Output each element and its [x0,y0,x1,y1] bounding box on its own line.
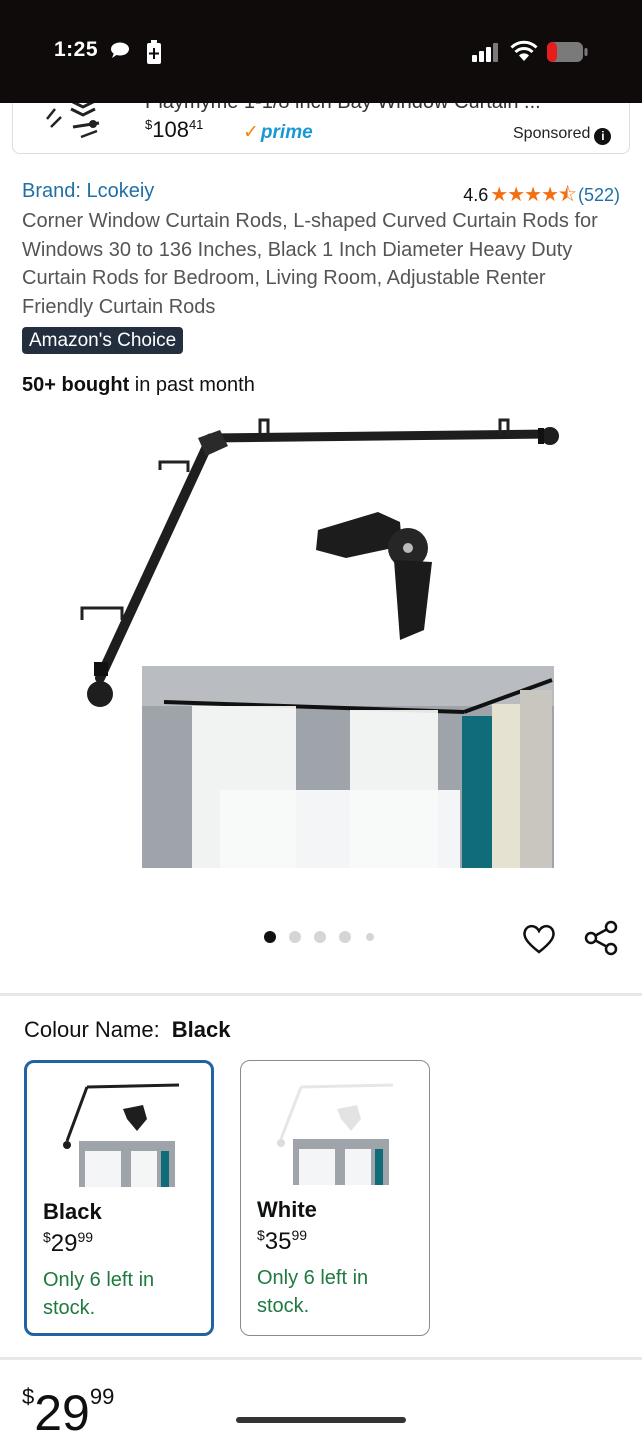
chat-bubble-icon [111,42,129,58]
product-main-image[interactable] [60,410,580,880]
status-bar: 1:25 [0,0,642,103]
product-title: Corner Window Curtain Rods, L-shaped Cur… [22,210,598,318]
swatch-price-fraction: 99 [77,1229,94,1245]
carousel-dots[interactable] [264,931,384,945]
sponsored-ad-card[interactable]: Playmyme 1-1/8 inch Bay Window Curtain .… [12,103,630,154]
colour-option-white[interactable]: White $3599 Only 6 left in stock. [240,1060,430,1336]
swatch-stock-status: Only 6 left in stock. [257,1267,369,1317]
bought-in-past-month: 50+ bought in past month [22,374,255,397]
cellular-signal-icon [472,43,498,62]
battery-plus-icon [147,40,161,64]
main-price-whole: 29 [34,1385,90,1440]
prime-check-icon: ✓ [243,122,259,143]
prime-label: prime [260,122,313,143]
carousel-dot[interactable] [314,931,326,943]
star-rating-icon: ★★★★⯪ [490,184,577,206]
carousel-dot[interactable] [339,931,351,943]
carousel-dot[interactable] [366,933,374,941]
room-photo-inset [142,666,554,868]
rating-value: 4.6 [463,185,489,205]
ad-title[interactable]: Playmyme 1-1/8 inch Bay Window Curtain .… [145,103,541,114]
swatch-price-currency: $ [43,1229,51,1245]
selected-colour: Black [171,1017,231,1042]
share-icon[interactable] [584,920,618,956]
white-rod-thumbnail [277,1083,394,1185]
prime-badge: ✓ prime [243,121,313,144]
amazons-choice-badge: Amazon's Choice [22,327,184,354]
ad-price-fraction: 41 [188,117,204,132]
sponsored-label: Sponsored [513,125,591,142]
status-time: 1:25 [54,38,99,61]
section-divider [0,1357,642,1360]
home-indicator[interactable] [236,1417,406,1423]
main-price-currency: $ [22,1384,35,1409]
swatch-name: Black [43,1199,102,1224]
ad-product-thumbnail [46,103,100,139]
swatch-price-currency: $ [257,1227,265,1243]
heart-icon[interactable] [522,922,556,956]
swatch-price-whole: 29 [50,1230,78,1257]
main-price: $2999 [22,1384,114,1440]
carousel-dot[interactable] [289,931,301,943]
black-rod-thumbnail [63,1083,180,1187]
swatch-price: $3599 [257,1227,307,1256]
wifi-icon [510,40,538,61]
colour-option-black[interactable]: Black $2999 Only 6 left in stock. [24,1060,214,1336]
carousel-dot[interactable] [264,931,276,943]
colour-label-text: Colour Name: [24,1017,160,1042]
swatch-stock-status: Only 6 left in stock. [43,1269,155,1319]
ad-price-whole: 108 [152,117,189,142]
swatch-name: White [257,1197,317,1222]
swatch-price-whole: 35 [264,1228,292,1255]
swatch-price: $2999 [43,1229,93,1258]
main-price-fraction: 99 [89,1384,115,1409]
swatch-price-fraction: 99 [291,1227,308,1243]
ad-price: $10841 [145,117,203,143]
info-icon[interactable]: i [594,128,612,145]
colour-name-label: Colour Name: Black [24,1017,230,1043]
brand-link[interactable]: Brand: Lcokeiy [22,180,154,203]
bought-count: 50+ bought [22,374,130,396]
joint-detail-image [316,512,432,640]
bought-suffix: in past month [129,374,255,396]
sponsored-label-group[interactable]: Sponsored i [513,125,612,145]
section-divider [0,993,642,996]
battery-low-icon [547,42,588,62]
rating-count-link[interactable]: (522) [578,185,620,205]
